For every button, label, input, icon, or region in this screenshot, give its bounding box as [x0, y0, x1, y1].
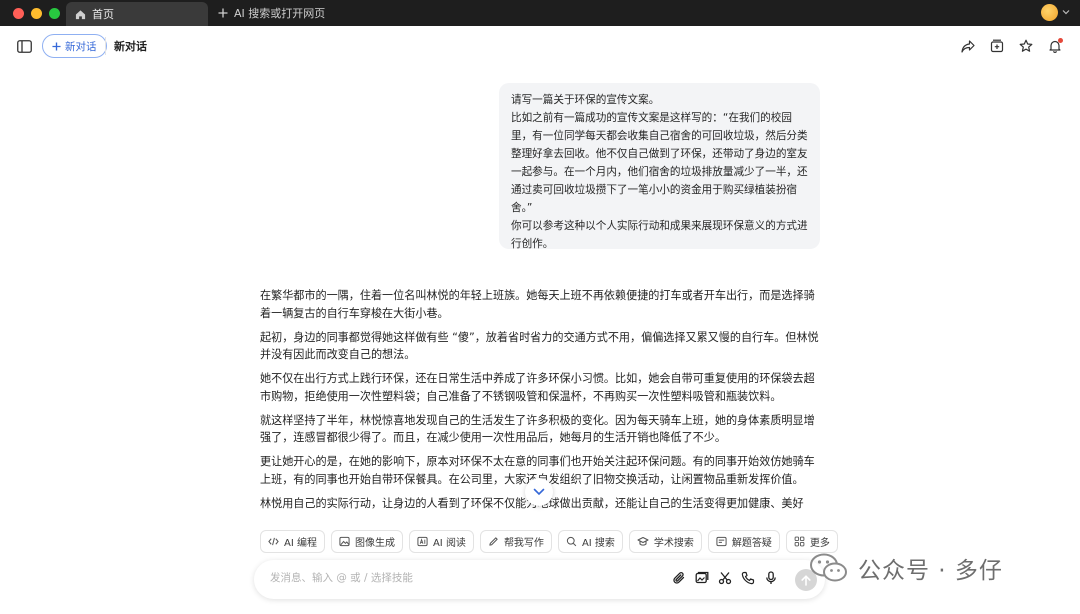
- scroll-to-bottom-button[interactable]: [525, 478, 553, 506]
- skill-academic-search[interactable]: 学术搜索: [628, 530, 702, 553]
- skill-ai-coding[interactable]: AI 编程: [260, 530, 325, 553]
- scissors-icon[interactable]: [718, 571, 732, 585]
- archive-plus-icon: [990, 39, 1004, 53]
- new-chat-label: 新对话: [65, 40, 97, 53]
- share-button[interactable]: [957, 35, 979, 57]
- maximize-window-button[interactable]: [49, 7, 60, 19]
- favorite-button[interactable]: [1015, 35, 1037, 57]
- window-titlebar: 首页 AI 搜索或打开网页: [0, 0, 1080, 26]
- toolbar-divider: [105, 37, 106, 55]
- chevron-down-icon: [533, 488, 545, 496]
- save-to-box-button[interactable]: [986, 35, 1008, 57]
- read-icon: [417, 536, 428, 547]
- skill-label: 图像生成: [354, 538, 395, 549]
- pen-icon: [489, 537, 498, 546]
- user-message-line: 请写一篇关于环保的宣传文案。: [511, 94, 660, 106]
- image-icon: [339, 536, 350, 547]
- plus-icon: [52, 41, 61, 51]
- code-icon: [268, 537, 279, 546]
- image-upload-icon[interactable]: [695, 571, 709, 585]
- skill-label: AI 搜索: [581, 538, 615, 549]
- close-window-button[interactable]: [13, 7, 24, 19]
- notification-dot: [1058, 38, 1063, 43]
- notifications-button[interactable]: [1044, 35, 1066, 57]
- skill-ai-reading[interactable]: AI 阅读: [408, 530, 474, 553]
- toolbar-actions: [957, 35, 1066, 57]
- skill-label: 帮我写作: [503, 538, 544, 549]
- solve-icon: [716, 536, 727, 547]
- skill-image-generation[interactable]: 图像生成: [330, 530, 403, 553]
- answer-paragraph: 她不仅在出行方式上践行环保，还在日常生活中养成了许多环保小习惯。比如，她会自带可…: [260, 372, 815, 403]
- message-input[interactable]: [270, 572, 650, 584]
- skill-problem-solving[interactable]: 解题答疑: [707, 530, 780, 553]
- answer-paragraph: 起初，身边的同事都觉得她这样做有些 “傻”，放着省时省力的交通方式不用，偏偏选择…: [260, 330, 819, 362]
- tab-home[interactable]: 首页: [66, 2, 208, 26]
- skill-writing[interactable]: 帮我写作: [479, 530, 552, 553]
- skill-label: 解题答疑: [731, 538, 772, 549]
- skill-ai-search[interactable]: AI 搜索: [557, 530, 623, 553]
- sidebar-toggle-button[interactable]: [13, 35, 35, 57]
- watermark-text: 公众号 · 多仔: [858, 558, 1003, 584]
- new-tab-label: AI 搜索或打开网页: [234, 7, 326, 20]
- user-message-bubble: 请写一篇关于环保的宣传文案。 比如之前有一篇成功的宣传文案是这样写的：“在我们的…: [499, 83, 820, 250]
- user-message-line: 比如之前有一篇成功的宣传文案是这样写的：“在我们的校园里，有一位同学每天都会收集…: [511, 112, 808, 214]
- sidebar-icon: [16, 39, 32, 53]
- answer-paragraph: 在繁华都市的一隅，住着一位名叫林悦的年轻上班族。她每天上班不再依赖便捷的打车或者…: [260, 289, 815, 320]
- home-icon: [75, 9, 86, 19]
- search-icon: [566, 536, 577, 547]
- attachment-icon[interactable]: [672, 571, 686, 585]
- skill-label: 学术搜索: [653, 538, 694, 549]
- window-controls: [13, 7, 60, 19]
- skill-more[interactable]: 更多: [785, 530, 838, 553]
- conversation-title: 新对话: [114, 40, 147, 53]
- skills-bar: AI 编程 图像生成 AI 阅读 帮我写作 AI 搜索 学术搜索 解题答疑 更多: [260, 530, 838, 553]
- microphone-icon[interactable]: [764, 571, 778, 585]
- minimize-window-button[interactable]: [31, 7, 42, 19]
- chevron-down-icon[interactable]: [1062, 8, 1070, 16]
- share-icon: [961, 39, 975, 53]
- avatar[interactable]: [1041, 4, 1058, 21]
- new-chat-button[interactable]: 新对话: [42, 34, 107, 58]
- tab-home-label: 首页: [92, 8, 114, 21]
- message-composer: [254, 560, 825, 599]
- skill-label: 更多: [809, 538, 830, 549]
- user-message-line: 你可以参考这种以个人实际行动和成果来展现环保意义的方式进行创作。: [511, 220, 808, 250]
- phone-icon[interactable]: [741, 571, 755, 585]
- answer-paragraph: 就这样坚持了半年，林悦惊喜地发现自己的生活发生了许多积极的变化。因为每天骑车上班…: [260, 413, 815, 445]
- star-icon: [1019, 39, 1033, 52]
- grid-icon: [794, 536, 805, 547]
- new-tab-button[interactable]: AI 搜索或打开网页: [218, 4, 325, 22]
- skill-label: AI 阅读: [432, 538, 466, 549]
- watermark: 公众号 · 多仔: [808, 551, 1003, 585]
- skill-label: AI 编程: [284, 538, 317, 549]
- plus-icon: [218, 8, 228, 18]
- composer-tools: [672, 571, 778, 585]
- graduation-cap-icon: [637, 536, 649, 546]
- wechat-icon: [810, 553, 847, 582]
